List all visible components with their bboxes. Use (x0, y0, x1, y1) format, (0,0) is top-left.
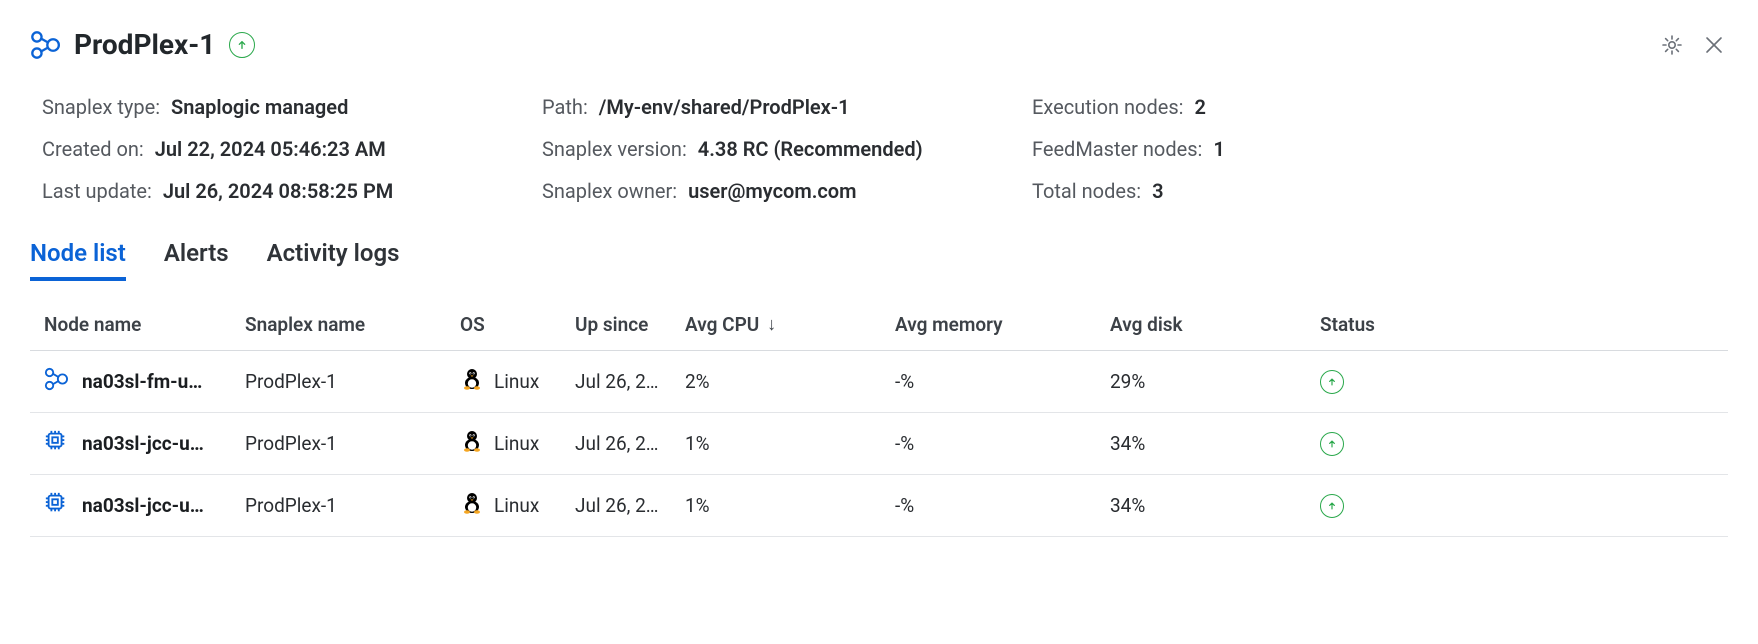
avg-memory: -% (895, 475, 1110, 537)
avg-memory: -% (895, 413, 1110, 475)
meta-owner: Snaplex owner: user@mycom.com (542, 179, 1032, 203)
page-title: ProdPlex-1 (74, 28, 215, 61)
meta-version: Snaplex version: 4.38 RC (Recommended) (542, 137, 1032, 161)
th-up-since[interactable]: Up since (575, 299, 685, 351)
table-row[interactable]: na03sl-jcc-u… ProdPlex-1 Linux Jul 26, 2…1%… (30, 413, 1728, 475)
snaplex-name: ProdPlex-1 (245, 351, 460, 413)
snaplex-name: ProdPlex-1 (245, 475, 460, 537)
table-row[interactable]: na03sl-fm-u… ProdPlex-1 Linux Jul 26, 2…2%-… (30, 351, 1728, 413)
th-avg-memory[interactable]: Avg memory (895, 299, 1110, 351)
th-snaplex-name[interactable]: Snaplex name (245, 299, 460, 351)
tab-bar: Node list Alerts Activity logs (30, 239, 1728, 281)
meta-exec-nodes: Execution nodes: 2 (1032, 95, 1728, 119)
snaplex-name: ProdPlex-1 (245, 413, 460, 475)
status-badge (229, 32, 255, 58)
node-name: na03sl-fm-u… (82, 370, 202, 393)
settings-button[interactable] (1658, 31, 1686, 59)
up-since: Jul 26, 2… (575, 475, 685, 537)
os-name: Linux (494, 432, 539, 455)
sort-desc-icon: ↓ (767, 314, 776, 335)
avg-cpu: 1% (685, 413, 895, 475)
th-avg-cpu[interactable]: Avg CPU ↓ (685, 299, 895, 351)
meta-total-nodes: Total nodes: 3 (1032, 179, 1728, 203)
meta-grid: Snaplex type: Snaplogic managed Path: /M… (30, 95, 1728, 203)
avg-cpu: 1% (685, 475, 895, 537)
os-name: Linux (494, 370, 539, 393)
avg-disk: 34% (1110, 475, 1320, 537)
page-header: ProdPlex-1 (30, 28, 1728, 61)
avg-memory: -% (895, 351, 1110, 413)
tab-node-list[interactable]: Node list (30, 239, 126, 281)
th-avg-disk[interactable]: Avg disk (1110, 299, 1320, 351)
cluster-icon (30, 30, 60, 60)
meta-fm-nodes: FeedMaster nodes: 1 (1032, 137, 1728, 161)
th-os[interactable]: OS (460, 299, 575, 351)
node-name: na03sl-jcc-u… (82, 432, 204, 455)
avg-disk: 29% (1110, 351, 1320, 413)
up-since: Jul 26, 2… (575, 351, 685, 413)
avg-disk: 34% (1110, 413, 1320, 475)
cluster-icon (44, 367, 68, 396)
chip-icon (44, 429, 68, 458)
linux-icon (460, 367, 484, 396)
close-button[interactable] (1700, 31, 1728, 59)
th-status[interactable]: Status (1320, 299, 1728, 351)
status-up-icon (1320, 370, 1344, 394)
up-since: Jul 26, 2… (575, 413, 685, 475)
table-row[interactable]: na03sl-jcc-u… ProdPlex-1 Linux Jul 26, 2…1%… (30, 475, 1728, 537)
tab-alerts[interactable]: Alerts (164, 239, 229, 281)
avg-cpu: 2% (685, 351, 895, 413)
os-name: Linux (494, 494, 539, 517)
linux-icon (460, 429, 484, 458)
node-name: na03sl-jcc-u… (82, 494, 204, 517)
th-node-name[interactable]: Node name (30, 299, 245, 351)
chip-icon (44, 491, 68, 520)
linux-icon (460, 491, 484, 520)
status-up-icon (1320, 494, 1344, 518)
meta-snaplex-type: Snaplex type: Snaplogic managed (42, 95, 542, 119)
tab-activity-logs[interactable]: Activity logs (267, 239, 400, 281)
meta-path: Path: /My-env/shared/ProdPlex-1 (542, 95, 1032, 119)
meta-created-on: Created on: Jul 22, 2024 05:46:23 AM (42, 137, 542, 161)
node-table: Node name Snaplex name OS Up since Avg C… (30, 299, 1728, 537)
meta-last-update: Last update: Jul 26, 2024 08:58:25 PM (42, 179, 542, 203)
status-up-icon (1320, 432, 1344, 456)
